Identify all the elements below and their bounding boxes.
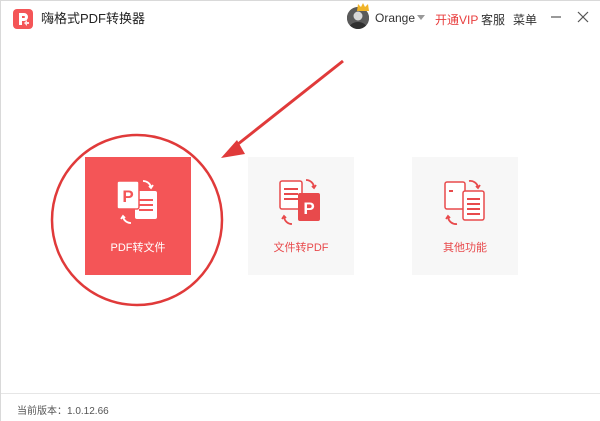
minimize-icon[interactable]: [548, 9, 564, 25]
svg-text:P: P: [122, 187, 133, 206]
crown-icon: [357, 3, 369, 11]
svg-text:P: P: [303, 199, 314, 218]
open-vip-link[interactable]: 开通VIP: [435, 11, 478, 28]
other-functions-card[interactable]: 其他功能: [412, 157, 518, 275]
main-content: P PDF转文件 P 文件转PDF 其他功能: [1, 37, 600, 393]
pdf-to-file-icon: P: [116, 180, 157, 224]
close-icon[interactable]: [575, 9, 591, 25]
version-text: 当前版本：1.0.12.66: [17, 406, 109, 417]
chevron-down-icon[interactable]: [417, 15, 425, 20]
other-functions-label: 其他功能: [443, 242, 487, 254]
username[interactable]: Orange: [375, 11, 415, 25]
file-to-pdf-icon: P: [279, 179, 320, 225]
status-bar: 当前版本：1.0.12.66: [1, 393, 600, 421]
menu-link[interactable]: 菜单: [513, 11, 537, 28]
title-bar: 嗨格式PDF转换器 Orange 开通VIP 客服 菜单: [1, 1, 600, 37]
file-to-pdf-label: 文件转PDF: [273, 242, 329, 254]
pdf-to-file-label: PDF转文件: [110, 242, 166, 254]
app-logo-icon: [13, 9, 33, 29]
customer-service-link[interactable]: 客服: [481, 11, 505, 28]
app-window: 嗨格式PDF转换器 Orange 开通VIP 客服 菜单 P PDF转文件 P …: [0, 0, 600, 421]
other-functions-icon: [444, 180, 485, 225]
app-title: 嗨格式PDF转换器: [41, 11, 146, 26]
pdf-to-file-card[interactable]: P PDF转文件: [85, 157, 191, 275]
file-to-pdf-card[interactable]: P 文件转PDF: [248, 157, 354, 275]
